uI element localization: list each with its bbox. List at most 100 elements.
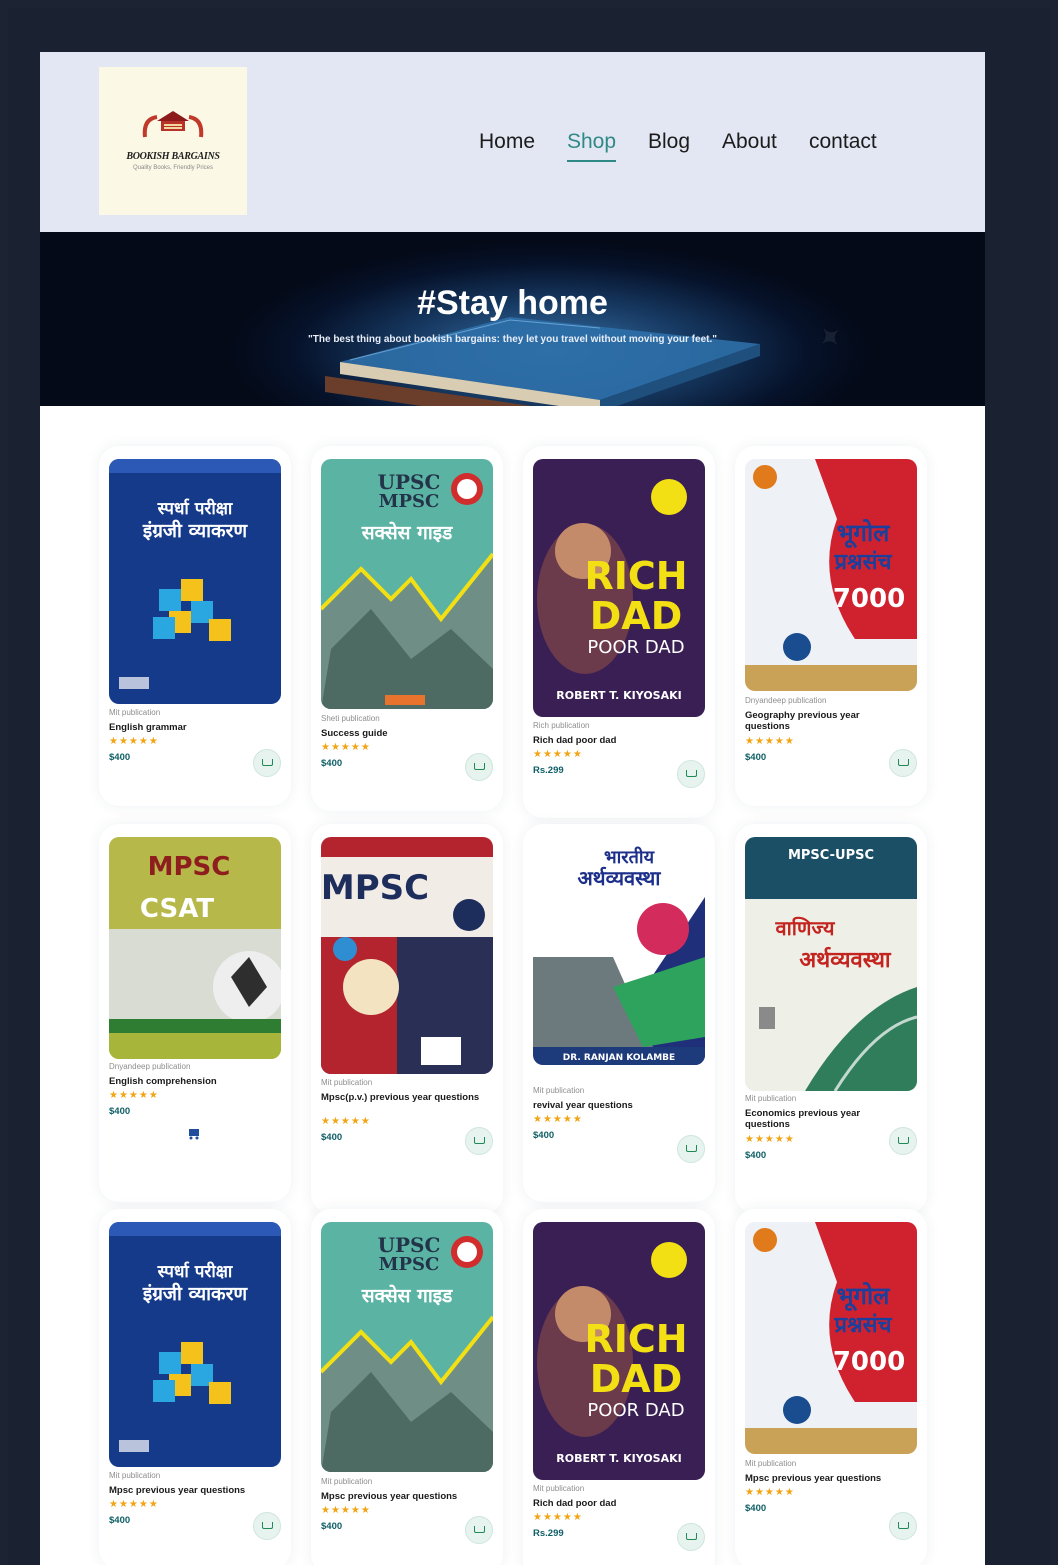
rating-stars: ★★★★★ xyxy=(321,1116,371,1127)
product-card[interactable]: RICH DAD POOR DAD ROBERT T. KIYOSAKI Mit… xyxy=(523,1209,715,1565)
product-title: English grammar xyxy=(109,722,187,733)
rating-stars: ★★★★★ xyxy=(533,1512,583,1523)
product-cover[interactable]: भूगोल प्रश्नसंच 7000 xyxy=(745,1222,917,1454)
product-publisher: Mit publication xyxy=(533,1086,585,1095)
product-publisher: Mit publication xyxy=(321,1078,373,1087)
svg-text:सक्सेस गाइड: सक्सेस गाइड xyxy=(361,521,453,544)
nav-about[interactable]: About xyxy=(722,130,777,154)
product-card[interactable]: RICH DAD POOR DAD ROBERT T. KIYOSAKI Ric… xyxy=(523,446,715,818)
product-publisher: Dnyandeep publication xyxy=(109,1062,191,1071)
hero-banner: ✦ #Stay home "The best thing about booki… xyxy=(40,232,985,406)
product-card[interactable]: MPSC CSAT Dnyandeep publication English … xyxy=(99,824,291,1202)
product-price: $400 xyxy=(109,1106,131,1117)
product-cover[interactable]: MPSC-UPSC वाणिज्य अर्थव्यवस्था xyxy=(745,837,917,1091)
product-card[interactable]: भारतीय अर्थव्यवस्था DR. RANJAN KOLAMBE M… xyxy=(523,824,715,1202)
cart-icon[interactable] xyxy=(187,1126,201,1140)
product-cover[interactable]: MPSC CSAT xyxy=(109,837,281,1059)
rating-stars: ★★★★★ xyxy=(745,1487,795,1498)
rating-stars: ★★★★★ xyxy=(745,736,795,747)
product-cover[interactable]: स्पर्धा परीक्षा इंग्रजी व्याकरण xyxy=(109,459,281,704)
product-cover[interactable]: भूगोल प्रश्नसंच 7000 xyxy=(745,459,917,691)
product-title: Mpsc previous year questions xyxy=(745,1473,882,1484)
product-cover[interactable]: स्पर्धा परीक्षा इंग्रजी व्याकरण xyxy=(109,1222,281,1467)
house-books-icon xyxy=(142,111,204,138)
product-cover[interactable]: RICH DAD POOR DAD ROBERT T. KIYOSAKI xyxy=(533,459,705,717)
add-to-cart-icon[interactable] xyxy=(889,1512,917,1540)
product-title: Rich dad poor dad xyxy=(533,1498,617,1509)
product-price: $400 xyxy=(321,1521,343,1532)
mpsc-cover: MPSC xyxy=(321,837,493,1074)
success-guide-cover: UPSC MPSC सक्सेस गाइड xyxy=(321,1222,493,1472)
svg-text:DR. RANJAN KOLAMBE: DR. RANJAN KOLAMBE xyxy=(563,1053,675,1063)
rating-stars: ★★★★★ xyxy=(745,1134,795,1145)
hero-subtitle: "The best thing about bookish bargains: … xyxy=(308,334,717,345)
rating-stars: ★★★★★ xyxy=(321,1505,371,1516)
rating-stars: ★★★★★ xyxy=(533,749,583,760)
product-publisher: Sheti publication xyxy=(321,714,380,723)
product-price: $400 xyxy=(321,1132,343,1143)
product-card[interactable]: UPSC MPSC सक्सेस गाइड Mit publication Mp… xyxy=(311,1209,503,1565)
product-cover[interactable]: MPSC xyxy=(321,837,493,1074)
logo[interactable]: BOOKISH BARGAINS Quality Books, Friendly… xyxy=(99,67,247,215)
svg-text:7000: 7000 xyxy=(833,584,905,614)
site-header: BOOKISH BARGAINS Quality Books, Friendly… xyxy=(40,52,985,232)
rating-stars: ★★★★★ xyxy=(109,1499,159,1510)
product-cover[interactable]: RICH DAD POOR DAD ROBERT T. KIYOSAKI xyxy=(533,1222,705,1480)
product-card[interactable]: MPSC-UPSC वाणिज्य अर्थव्यवस्था Mit publi… xyxy=(735,824,927,1214)
product-publisher: Mit publication xyxy=(321,1477,373,1486)
rich-dad-cover: RICH DAD POOR DAD ROBERT T. KIYOSAKI xyxy=(533,1222,705,1480)
nav-blog[interactable]: Blog xyxy=(648,130,690,154)
rating-stars: ★★★★★ xyxy=(109,1090,159,1101)
bhugol-cover: भूगोल प्रश्नसंच 7000 xyxy=(745,459,917,691)
add-to-cart-icon[interactable] xyxy=(465,753,493,781)
product-card[interactable]: स्पर्धा परीक्षा इंग्रजी व्याकरण Mit publ… xyxy=(99,1209,291,1565)
svg-text:POOR DAD: POOR DAD xyxy=(587,637,684,658)
product-card[interactable]: स्पर्धा परीक्षा इंग्रजी व्याकरण Mit publ… xyxy=(99,446,291,806)
brand-tagline: Quality Books, Friendly Prices xyxy=(132,165,214,171)
add-to-cart-icon[interactable] xyxy=(253,749,281,777)
product-title: revival year questions xyxy=(533,1100,633,1111)
product-card[interactable]: MPSC Mit publication Mpsc(p.v.) previous… xyxy=(311,824,503,1214)
svg-text:DAD: DAD xyxy=(590,594,683,638)
nav-contact[interactable]: contact xyxy=(809,130,877,154)
product-title: Mpsc previous year questions xyxy=(321,1491,458,1502)
nav-shop[interactable]: Shop xyxy=(567,130,617,162)
svg-text:वाणिज्य: वाणिज्य xyxy=(775,916,836,940)
product-price: $400 xyxy=(745,752,767,763)
svg-text:ROBERT T. KIYOSAKI: ROBERT T. KIYOSAKI xyxy=(556,689,681,702)
svg-text:MPSC: MPSC xyxy=(321,868,429,908)
product-price: Rs.299 xyxy=(533,765,564,776)
english-grammar-cover: स्पर्धा परीक्षा इंग्रजी व्याकरण xyxy=(109,459,281,704)
add-to-cart-icon[interactable] xyxy=(465,1516,493,1544)
add-to-cart-icon[interactable] xyxy=(677,1523,705,1551)
product-price: $400 xyxy=(109,752,131,763)
add-to-cart-icon[interactable] xyxy=(677,1135,705,1163)
product-card[interactable]: भूगोल प्रश्नसंच 7000 Mit publication Mps… xyxy=(735,1209,927,1565)
product-publisher: Mit publication xyxy=(745,1459,797,1468)
product-cover[interactable]: UPSC MPSC सक्सेस गाइड xyxy=(321,1222,493,1472)
product-card[interactable]: UPSC MPSC सक्सेस गाइड Sheti publication … xyxy=(311,446,503,811)
product-card[interactable]: भूगोल प्रश्नसंच 7000 Dnyandeep publicati… xyxy=(735,446,927,806)
rich-dad-cover: RICH DAD POOR DAD ROBERT T. KIYOSAKI xyxy=(533,459,705,717)
svg-text:RICH: RICH xyxy=(584,554,687,598)
product-publisher: Rich publication xyxy=(533,721,590,730)
add-to-cart-icon[interactable] xyxy=(253,1512,281,1540)
product-publisher: Mit publication xyxy=(109,708,161,717)
bhugol-cover: भूगोल प्रश्नसंच 7000 xyxy=(745,1222,917,1454)
product-cover[interactable]: भारतीय अर्थव्यवस्था DR. RANJAN KOLAMBE xyxy=(533,837,705,1065)
add-to-cart-icon[interactable] xyxy=(677,760,705,788)
product-title: Economics previous year questions xyxy=(745,1108,861,1130)
nav-home[interactable]: Home xyxy=(479,130,535,154)
product-publisher: Mit publication xyxy=(533,1484,585,1493)
add-to-cart-icon[interactable] xyxy=(889,1127,917,1155)
mpsc-upsc-cover: MPSC-UPSC वाणिज्य अर्थव्यवस्था xyxy=(745,837,917,1091)
product-cover[interactable]: UPSC MPSC सक्सेस गाइड xyxy=(321,459,493,709)
product-title: Rich dad poor dad xyxy=(533,735,617,746)
rating-stars: ★★★★★ xyxy=(109,736,159,747)
product-publisher: Dnyandeep publication xyxy=(745,696,827,705)
svg-text:MPSC-UPSC: MPSC-UPSC xyxy=(788,848,874,863)
add-to-cart-icon[interactable] xyxy=(889,749,917,777)
add-to-cart-icon[interactable] xyxy=(465,1127,493,1155)
product-title: Mpsc(p.v.) previous year questions xyxy=(321,1092,480,1103)
product-title: Mpsc previous year questions xyxy=(109,1485,246,1496)
